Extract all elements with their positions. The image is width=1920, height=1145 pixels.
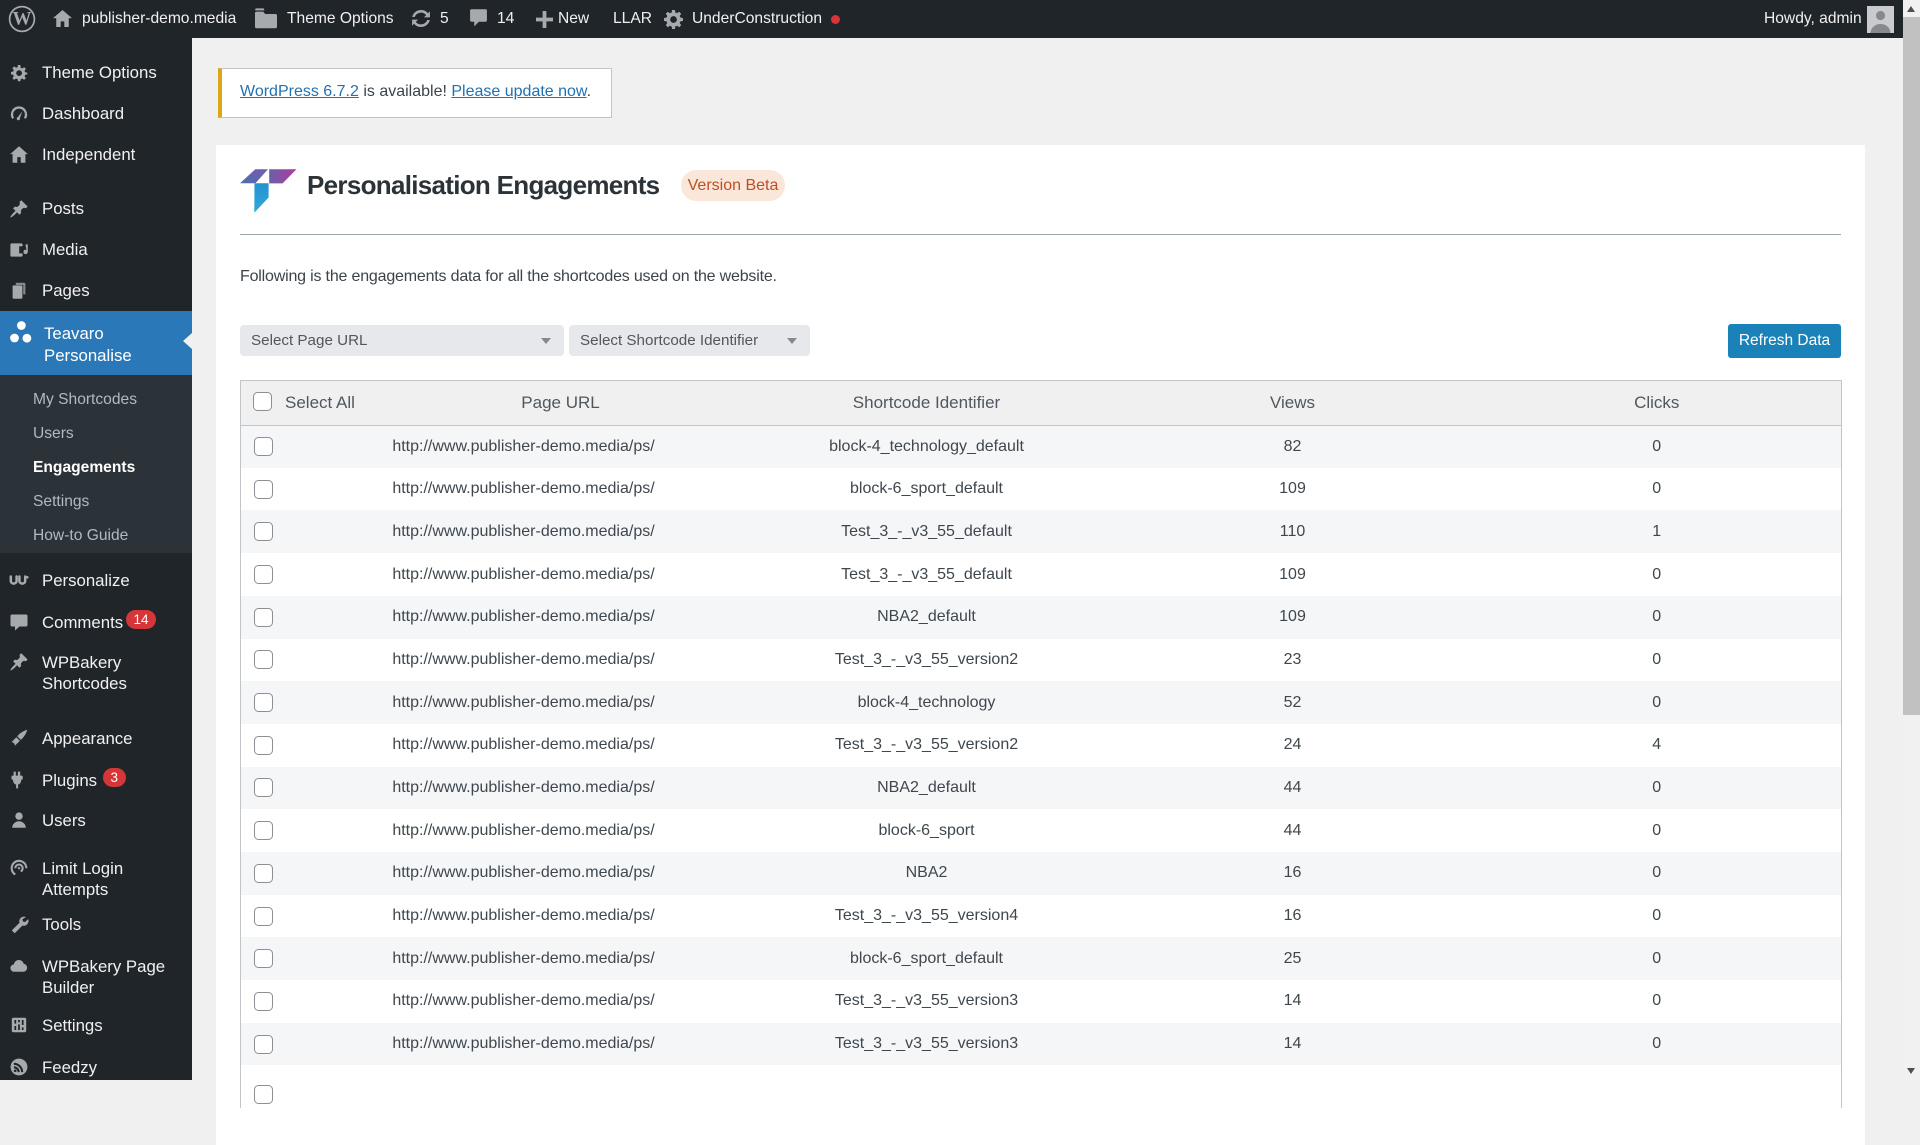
- svg-text:W: W: [13, 9, 32, 30]
